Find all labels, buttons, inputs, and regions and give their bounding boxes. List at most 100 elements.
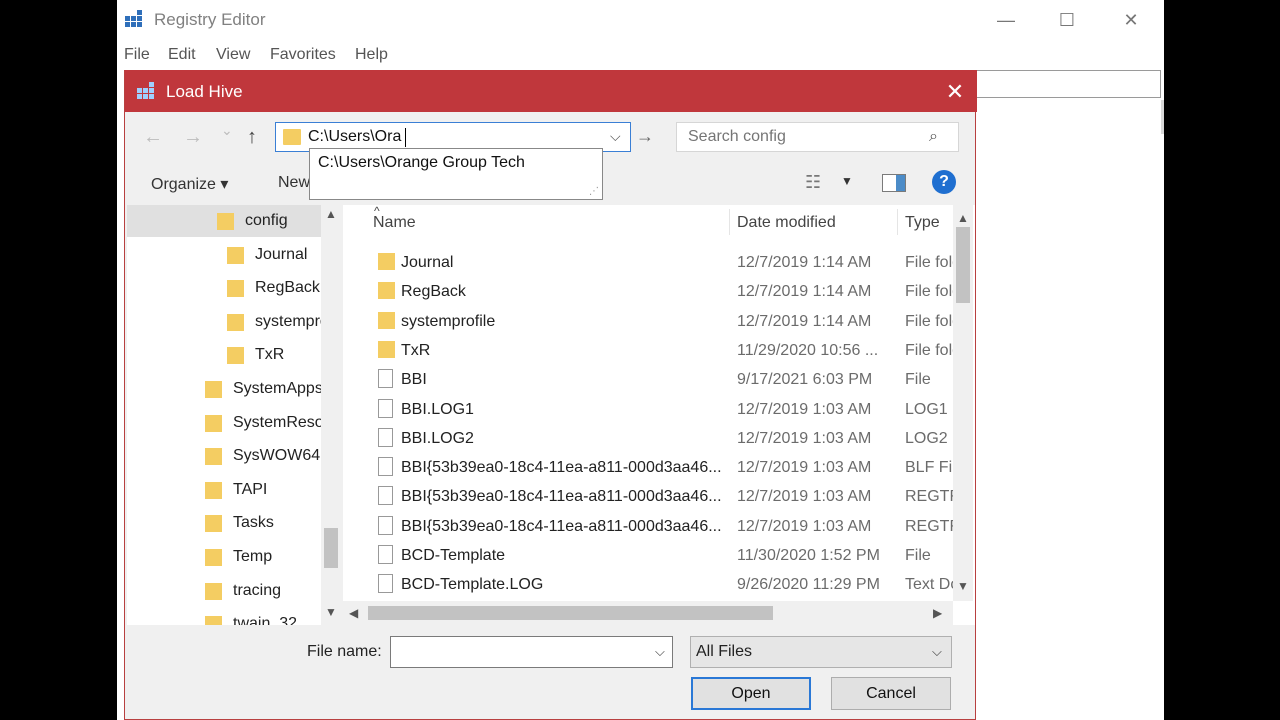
file-name: BBI bbox=[401, 371, 427, 389]
nav-item[interactable]: Temp bbox=[205, 543, 321, 573]
nav-item[interactable]: TAPI bbox=[205, 476, 321, 506]
scroll-left-icon[interactable]: ◀ bbox=[349, 606, 358, 620]
folder-icon bbox=[227, 280, 244, 298]
forward-arrow-icon[interactable]: → bbox=[183, 126, 203, 149]
nav-scroll-thumb[interactable] bbox=[324, 528, 338, 568]
registry-scrollbar[interactable] bbox=[1161, 100, 1164, 134]
nav-item-label: config bbox=[245, 212, 288, 229]
search-input[interactable] bbox=[688, 127, 918, 147]
file-row[interactable]: BBI 9/17/2021 6:03 PM File bbox=[343, 365, 933, 394]
file-date: 12/7/2019 1:14 AM bbox=[737, 283, 872, 301]
folder-icon bbox=[378, 311, 395, 329]
file-type: File bbox=[905, 371, 931, 389]
nav-item[interactable]: TxR bbox=[227, 341, 321, 371]
nav-item[interactable]: SysWOW64 bbox=[205, 442, 321, 472]
address-input[interactable]: C:\Users\Ora bbox=[308, 128, 401, 146]
dialog-close-button[interactable]: ✕ bbox=[937, 78, 973, 106]
file-icon bbox=[378, 427, 393, 447]
menu-view[interactable]: View bbox=[216, 46, 250, 64]
registry-app-icon bbox=[125, 10, 142, 27]
file-row[interactable]: BCD-Template 11/30/2020 1:52 PM File bbox=[343, 541, 933, 570]
file-date: 9/17/2021 6:03 PM bbox=[737, 371, 873, 389]
cancel-button[interactable]: Cancel bbox=[831, 677, 951, 710]
registry-titlebar: Registry Editor — ☐ ✕ bbox=[117, 0, 1164, 40]
go-arrow-icon[interactable]: → bbox=[636, 126, 654, 147]
nav-item[interactable]: config bbox=[217, 207, 321, 237]
file-row[interactable]: BCD-Template.LOG 9/26/2020 11:29 PM Text D… bbox=[343, 570, 953, 599]
scroll-right-icon[interactable]: ▶ bbox=[933, 606, 942, 620]
nav-item-label: RegBack bbox=[255, 279, 320, 297]
file-hscroll-thumb[interactable] bbox=[368, 606, 773, 620]
file-row[interactable]: BBI{53b39ea0-18c4-11ea-a811-000d3aa46...… bbox=[343, 512, 953, 541]
file-name-input[interactable] bbox=[397, 642, 637, 662]
nav-item[interactable]: Journal bbox=[227, 241, 321, 271]
nav-item-label: tracing bbox=[233, 581, 282, 599]
file-icon bbox=[378, 398, 393, 418]
up-arrow-icon[interactable]: ↑ bbox=[247, 126, 257, 149]
nav-item[interactable]: Tasks bbox=[205, 509, 321, 539]
menu-file[interactable]: File bbox=[124, 46, 150, 64]
folder-icon bbox=[205, 582, 222, 600]
scroll-up-icon[interactable]: ▲ bbox=[957, 211, 969, 225]
file-row[interactable]: TxR 11/29/2020 10:56 ... File folder bbox=[343, 336, 953, 365]
search-box[interactable]: ⌕ bbox=[676, 122, 959, 152]
minimize-button[interactable]: — bbox=[983, 6, 1029, 34]
recent-locations-icon[interactable]: ⌄ bbox=[221, 122, 233, 139]
column-date-modified[interactable]: Date modified bbox=[737, 214, 836, 232]
file-vertical-scrollbar[interactable]: ▲ ▼ bbox=[953, 205, 973, 601]
folder-icon bbox=[378, 282, 395, 300]
search-icon[interactable]: ⌕ bbox=[929, 128, 938, 146]
file-row[interactable]: BBI{53b39ea0-18c4-11ea-a811-000d3aa46...… bbox=[343, 482, 953, 511]
help-icon[interactable]: ? bbox=[932, 170, 956, 194]
preview-pane-icon[interactable] bbox=[882, 174, 906, 192]
scroll-down-icon[interactable]: ▼ bbox=[325, 605, 337, 619]
column-name[interactable]: Name bbox=[373, 214, 416, 232]
file-row[interactable]: RegBack 12/7/2019 1:14 AM File folder bbox=[343, 277, 953, 306]
autocomplete-item[interactable]: C:\Users\Orange Group Tech bbox=[318, 154, 525, 172]
file-type: LOG2 File bbox=[905, 429, 953, 447]
folder-icon bbox=[378, 340, 395, 358]
nav-item[interactable]: systemprofile bbox=[227, 308, 321, 338]
resize-grip-icon: ⋰ bbox=[589, 186, 599, 197]
open-button[interactable]: Open bbox=[691, 677, 811, 710]
view-dropdown-icon[interactable]: ▼ bbox=[841, 174, 853, 188]
back-arrow-icon[interactable]: ← bbox=[143, 126, 163, 149]
file-name: BBI{53b39ea0-18c4-11ea-a811-000d3aa46... bbox=[401, 517, 722, 535]
menu-help[interactable]: Help bbox=[355, 46, 388, 64]
maximize-button[interactable]: ☐ bbox=[1044, 6, 1090, 34]
nav-item[interactable]: SystemResources bbox=[205, 409, 321, 439]
scroll-down-icon[interactable]: ▼ bbox=[957, 579, 969, 593]
new-folder-button[interactable]: New bbox=[278, 174, 310, 192]
file-scroll-thumb[interactable] bbox=[956, 227, 970, 303]
file-name: BBI.LOG2 bbox=[401, 429, 474, 447]
file-name-combo[interactable]: ⌵ bbox=[390, 636, 673, 668]
nav-item[interactable]: SystemApps bbox=[205, 375, 321, 405]
file-date: 12/7/2019 1:03 AM bbox=[737, 488, 872, 506]
menu-edit[interactable]: Edit bbox=[168, 46, 196, 64]
file-name: RegBack bbox=[401, 283, 466, 301]
file-horizontal-scrollbar[interactable]: ◀ ▶ bbox=[343, 601, 953, 625]
file-row[interactable]: BBI{53b39ea0-18c4-11ea-a811-000d3aa46...… bbox=[343, 453, 953, 482]
column-type[interactable]: Type bbox=[905, 214, 940, 232]
scroll-up-icon[interactable]: ▲ bbox=[325, 207, 337, 221]
file-type: File folder bbox=[905, 283, 953, 301]
nav-item[interactable]: RegBack bbox=[227, 274, 321, 304]
file-date: 12/7/2019 1:03 AM bbox=[737, 429, 872, 447]
nav-scrollbar[interactable]: ▲ ▼ bbox=[321, 205, 341, 625]
file-type-select[interactable]: All Files ⌵ bbox=[690, 636, 952, 668]
organize-button[interactable]: Organize ▾ bbox=[151, 174, 228, 194]
chevron-down-icon[interactable]: ⌵ bbox=[610, 128, 621, 145]
file-date: 12/7/2019 1:03 AM bbox=[737, 517, 872, 535]
close-button[interactable]: ✕ bbox=[1108, 6, 1154, 34]
file-row[interactable]: systemprofile 12/7/2019 1:14 AM File folde… bbox=[343, 307, 953, 336]
file-icon bbox=[378, 515, 393, 535]
file-row[interactable]: BBI.LOG1 12/7/2019 1:03 AM LOG1 File bbox=[343, 395, 953, 424]
chevron-down-icon[interactable]: ⌵ bbox=[932, 644, 942, 660]
file-row[interactable]: Journal 12/7/2019 1:14 AM File folder bbox=[343, 248, 953, 277]
file-row[interactable]: BBI.LOG2 12/7/2019 1:03 AM LOG2 File bbox=[343, 424, 953, 453]
chevron-down-icon[interactable]: ⌵ bbox=[655, 644, 665, 660]
nav-item[interactable]: twain_32 bbox=[205, 610, 321, 625]
view-options-icon[interactable]: ☷ bbox=[805, 172, 821, 193]
nav-item[interactable]: tracing bbox=[205, 577, 321, 607]
menu-favorites[interactable]: Favorites bbox=[270, 46, 336, 64]
